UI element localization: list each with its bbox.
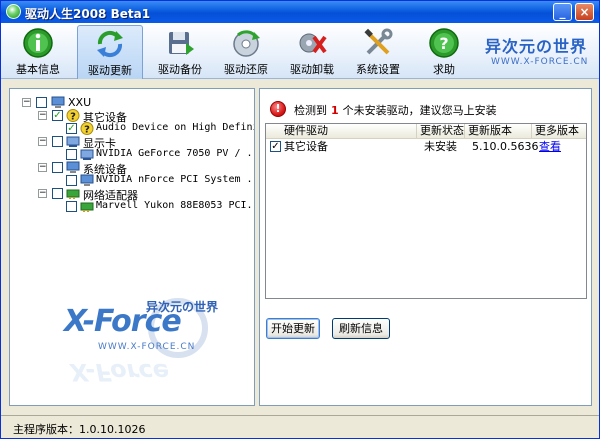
xforce-watermark-logo: X-Force 异次元の世界 WWW.X-FORCE.CN X-Force <box>60 294 220 394</box>
version-text: 主程序版本：1.0.10.1026 <box>13 423 146 436</box>
driver-list-header: 硬件驱动 更新状态 更新版本 更多版本 <box>266 124 586 139</box>
tool-system-settings-label: 系统设置 <box>356 63 400 76</box>
tree-root-label: XXU <box>68 96 92 109</box>
column-header-more[interactable]: 更多版本 <box>532 124 586 139</box>
network-adapter-icon <box>66 189 80 199</box>
tree-device-nic[interactable]: Marvell Yukon 88E8053 PCI... <box>10 200 254 214</box>
display-card-icon <box>80 149 94 160</box>
tree-root[interactable]: − XXU <box>10 96 250 110</box>
alert-prefix: 检测到 <box>294 104 327 117</box>
tool-help-label: 求助 <box>433 63 455 76</box>
expander-display[interactable]: − <box>38 137 47 146</box>
floppy-backup-icon <box>169 32 194 55</box>
tree-device-audio[interactable]: ✓ ? Audio Device on High Defini... <box>10 122 254 136</box>
tree-device-pci[interactable]: NVIDIA nForce PCI System ... <box>10 174 254 188</box>
checkbox-network[interactable] <box>52 188 63 199</box>
checkbox-other[interactable]: ✓ <box>52 110 63 121</box>
tree-category-display[interactable]: − 显示卡 <box>10 135 250 150</box>
svg-text:?: ? <box>70 112 76 123</box>
tree-device-label: NVIDIA GeForce 7050 PV / ... <box>96 148 255 159</box>
tools-icon <box>364 28 393 55</box>
alert-suffix: 个未安装驱动，建议您马上安装 <box>342 104 497 117</box>
driver-list[interactable]: 硬件驱动 更新状态 更新版本 更多版本 ✓ 其它设备 未安装 5.10.0.56… <box>265 123 587 299</box>
tree-device-label: Marvell Yukon 88E8053 PCI... <box>96 200 255 211</box>
system-device-icon <box>66 161 80 173</box>
tool-driver-backup[interactable]: 驱动备份 <box>147 25 213 79</box>
checkbox-display[interactable] <box>52 136 63 147</box>
window-title: 驱动人生2008 Beta1 <box>25 7 151 21</box>
expander-system[interactable]: − <box>38 163 47 172</box>
tool-driver-update[interactable]: 驱动更新 <box>77 25 143 79</box>
info-icon <box>23 28 53 58</box>
refresh-button[interactable]: 刷新信息 <box>332 318 390 339</box>
table-row[interactable]: ✓ 其它设备 未安装 5.10.0.5636 查看 <box>266 139 586 154</box>
expander-root[interactable]: − <box>22 98 31 107</box>
column-header-driver[interactable]: 硬件驱动 <box>266 124 417 139</box>
tool-driver-uninstall-label: 驱动卸载 <box>290 63 334 76</box>
tree-device-label: Audio Device on High Defini... <box>96 122 254 133</box>
tool-driver-restore-label: 驱动还原 <box>224 63 268 76</box>
tool-system-settings[interactable]: 系统设置 <box>345 25 411 79</box>
tool-basic-info-label: 基本信息 <box>16 63 60 76</box>
tool-basic-info[interactable]: 基本信息 <box>5 25 71 79</box>
row-more-link[interactable]: 查看 <box>536 139 561 154</box>
brand-cn-text: 异次元の世界 <box>485 37 588 56</box>
disc-restore-icon <box>233 30 260 57</box>
alert-message: 检测到 1 个未安装驱动，建议您马上安装 <box>294 102 497 118</box>
computer-icon <box>51 96 65 108</box>
tool-driver-restore[interactable]: 驱动还原 <box>213 25 279 79</box>
uninstall-icon <box>299 33 327 54</box>
tree-category-system[interactable]: − 系统设备 <box>10 161 250 176</box>
title-bar[interactable]: 驱动人生2008 Beta1 _ × <box>1 1 599 23</box>
tool-driver-update-label: 驱动更新 <box>88 64 132 77</box>
svg-text:?: ? <box>439 34 448 53</box>
row-checkbox[interactable]: ✓ <box>270 141 281 152</box>
device-tree-panel[interactable]: − XXU − ✓ ? 其它设备 ✓ ? Audio Device on Hig… <box>9 88 255 406</box>
tool-help[interactable]: ? 求助 <box>411 25 477 79</box>
unknown-device-icon: ? <box>80 122 94 135</box>
tree-category-other[interactable]: − ✓ ? 其它设备 <box>10 109 250 124</box>
tool-driver-uninstall[interactable]: 驱动卸载 <box>279 25 345 79</box>
network-adapter-icon <box>80 202 94 212</box>
brand-logo: 异次元の世界 WWW.X-FORCE.CN <box>479 23 599 79</box>
logo-reflection: X-Force <box>70 358 169 386</box>
checkbox-pci[interactable] <box>66 175 77 186</box>
system-device-icon <box>80 174 94 186</box>
close-button[interactable]: × <box>575 3 594 21</box>
svg-text:?: ? <box>84 125 90 136</box>
start-update-button[interactable]: 开始更新 <box>266 318 320 339</box>
checkbox-audio[interactable]: ✓ <box>66 123 77 134</box>
checkbox-system[interactable] <box>52 162 63 173</box>
expander-network[interactable]: − <box>38 189 47 198</box>
logo-url-text: WWW.X-FORCE.CN <box>98 342 196 352</box>
minimize-button[interactable]: _ <box>553 3 572 21</box>
tree-device-label: NVIDIA nForce PCI System ... <box>96 174 255 185</box>
checkbox-gpu[interactable] <box>66 149 77 160</box>
help-icon: ? <box>429 28 459 58</box>
tree-category-network[interactable]: − 网络适配器 <box>10 187 250 202</box>
checkbox-nic[interactable] <box>66 201 77 212</box>
logo-cn-text: 异次元の世界 <box>146 300 219 314</box>
row-driver: 其它设备 <box>284 140 328 153</box>
display-card-icon <box>66 136 80 147</box>
tool-driver-backup-label: 驱动备份 <box>158 63 202 76</box>
row-status: 未安装 <box>424 140 457 153</box>
alert-count: 1 <box>331 104 339 117</box>
unknown-device-icon: ? <box>66 109 80 122</box>
status-bar: 主程序版本：1.0.10.1026 <box>1 415 599 438</box>
column-header-status[interactable]: 更新状态 <box>417 124 465 139</box>
app-icon <box>6 4 21 19</box>
update-panel: ! 检测到 1 个未安装驱动，建议您马上安装 硬件驱动 更新状态 更新版本 更多版本… <box>259 88 592 406</box>
expander-other[interactable]: − <box>38 111 47 120</box>
column-header-version[interactable]: 更新版本 <box>465 124 532 139</box>
row-version: 5.10.0.5636 <box>472 140 539 153</box>
brand-url-text: WWW.X-FORCE.CN <box>491 57 589 67</box>
tree-device-gpu[interactable]: NVIDIA GeForce 7050 PV / ... <box>10 148 254 162</box>
alert-icon: ! <box>270 101 286 117</box>
main-window: 驱动人生2008 Beta1 _ × 基本信息 驱动更新 驱动备份 驱动还原 驱… <box>0 0 600 439</box>
checkbox-root[interactable] <box>36 97 47 108</box>
refresh-icon <box>97 30 123 58</box>
